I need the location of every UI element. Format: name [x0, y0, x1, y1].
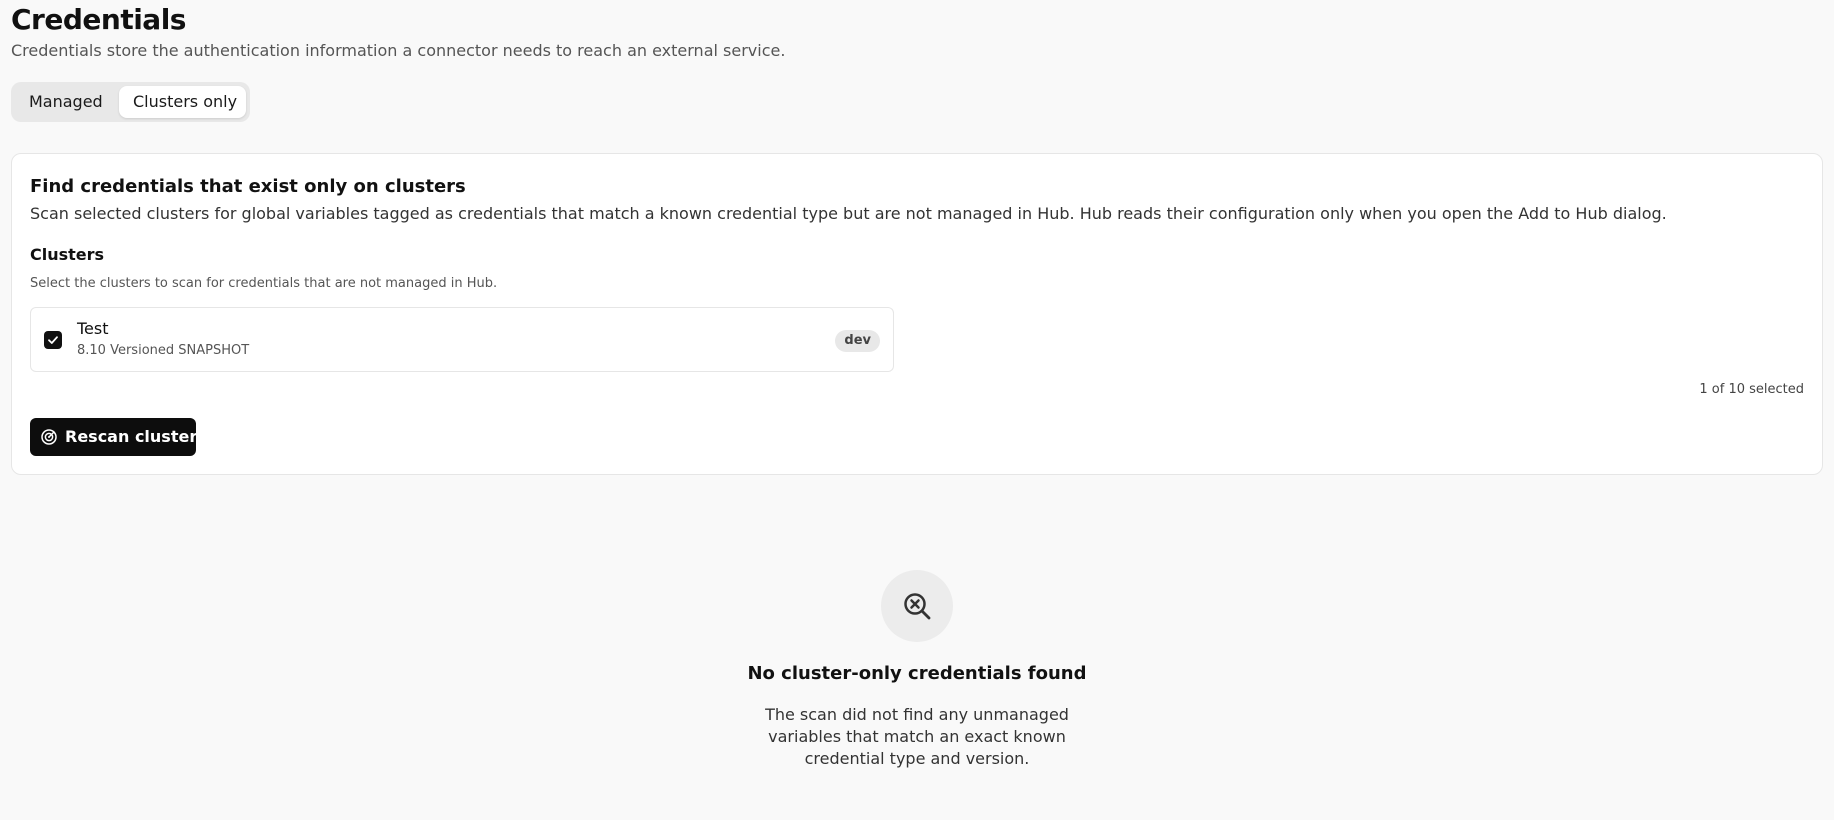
tab-managed[interactable]: Managed: [15, 86, 119, 118]
cluster-version: 8.10 Versioned SNAPSHOT: [77, 343, 250, 358]
page-title: Credentials: [11, 3, 186, 36]
radar-icon: [40, 428, 58, 446]
clusters-help-text: Select the clusters to scan for credenti…: [30, 276, 498, 291]
environment-badge: dev: [835, 330, 880, 352]
search-x-icon: [881, 570, 953, 642]
rescan-clusters-button[interactable]: Rescan clusters: [30, 418, 207, 456]
selection-count: 1 of 10 selected: [1699, 382, 1804, 397]
cluster-name: Test: [77, 319, 109, 338]
tab-clusters-only[interactable]: Clusters only: [119, 86, 246, 118]
empty-state: No cluster-only credentials found The sc…: [11, 568, 1823, 768]
page-subtitle: Credentials store the authentication inf…: [11, 41, 786, 60]
empty-state-description: The scan did not find any unmanaged vari…: [765, 705, 1069, 768]
cluster-option-test[interactable]: Test 8.10 Versioned SNAPSHOT dev: [30, 307, 894, 372]
scan-card-description: Scan selected clusters for global variab…: [30, 204, 1667, 223]
clusters-label: Clusters: [30, 245, 105, 264]
rescan-button-label: Rescan clusters: [65, 427, 207, 446]
scan-card: Find credentials that exist only on clus…: [11, 153, 1823, 475]
scan-card-title: Find credentials that exist only on clus…: [30, 176, 466, 197]
cluster-checkbox[interactable]: [44, 331, 62, 349]
view-toggle: Managed Clusters only: [11, 82, 250, 122]
check-icon: [48, 336, 58, 344]
empty-state-title: No cluster-only credentials found: [747, 663, 1087, 684]
